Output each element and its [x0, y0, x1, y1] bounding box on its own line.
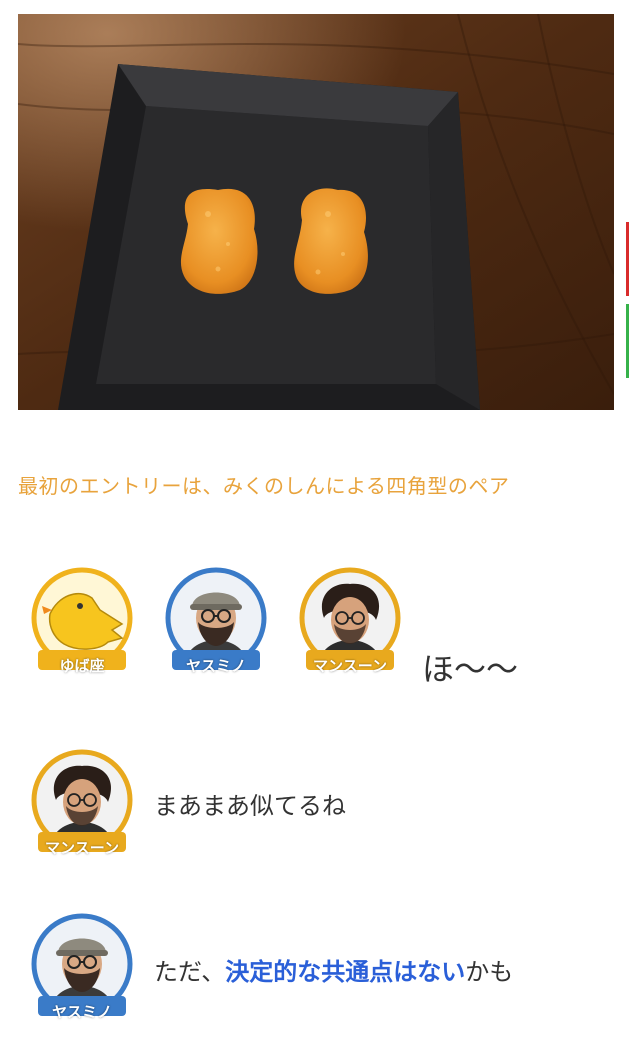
chat-text-after: かも: [465, 958, 514, 986]
nuggets-plate-image: [18, 14, 614, 410]
avatar-yasumino: ヤスミノ: [30, 912, 134, 1024]
scroll-indicator-red: [626, 222, 629, 296]
scroll-indicator: [626, 222, 629, 378]
photo-caption: 最初のエントリーは、みくのしんによる四角型のペア: [18, 474, 510, 498]
scroll-indicator-green: [626, 304, 629, 378]
avatar-mansoon: マンスーン: [298, 566, 402, 678]
chat-text-highlight: 決定的な共通点はない: [225, 958, 466, 986]
chat-message-text: まあまあ似てるね: [154, 792, 346, 820]
avatar-mansoon: マンスーン: [30, 748, 134, 860]
avatar-name: ヤスミノ: [51, 1003, 112, 1021]
chat-message-text: ほ〜〜: [422, 650, 519, 688]
nuggets-photo: [18, 14, 614, 410]
avatar-name: マンスーン: [45, 839, 119, 857]
avatar-yasumino: ヤスミノ: [164, 566, 268, 678]
avatar-yubaza: ゆば座: [30, 566, 134, 678]
avatar-name: ヤスミノ: [185, 657, 246, 675]
chat-text-before: ただ、: [154, 958, 226, 986]
chat-message-text: ただ、決定的な共通点はないかも: [154, 952, 513, 987]
avatar-name: ゆば座: [59, 657, 105, 675]
avatar-name: マンスーン: [313, 657, 387, 675]
